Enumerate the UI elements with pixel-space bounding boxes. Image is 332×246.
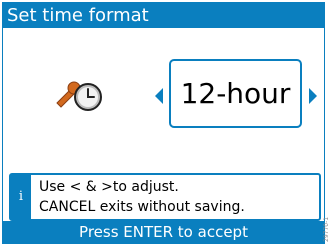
screen-title: Set time format xyxy=(7,5,149,26)
info-text: Use < & >to adjust. CANCEL exits without… xyxy=(39,177,245,217)
screen-frame: Set time format 12-hour i Use < & >to ad… xyxy=(2,2,325,244)
left-arrow-icon[interactable] xyxy=(155,88,163,104)
title-bar: Set time format xyxy=(3,3,324,28)
info-line-1: Use < & >to adjust. xyxy=(39,179,179,195)
time-format-selector[interactable]: 12-hour xyxy=(169,59,302,128)
time-format-value: 12-hour xyxy=(180,77,291,110)
footer-bar: Press ENTER to accept xyxy=(3,221,324,243)
info-panel: i Use < & >to adjust. CANCEL exits witho… xyxy=(9,173,321,221)
info-line-2: CANCEL exits without saving. xyxy=(39,199,245,215)
figure-code-text: 29770-1 xyxy=(323,216,330,242)
info-icon: i xyxy=(11,175,31,219)
right-arrow-icon[interactable] xyxy=(309,88,317,104)
footer-instruction: Press ENTER to accept xyxy=(79,223,248,241)
figure-code: 29770-1 xyxy=(323,200,331,242)
wrench-clock-icon xyxy=(56,81,102,111)
